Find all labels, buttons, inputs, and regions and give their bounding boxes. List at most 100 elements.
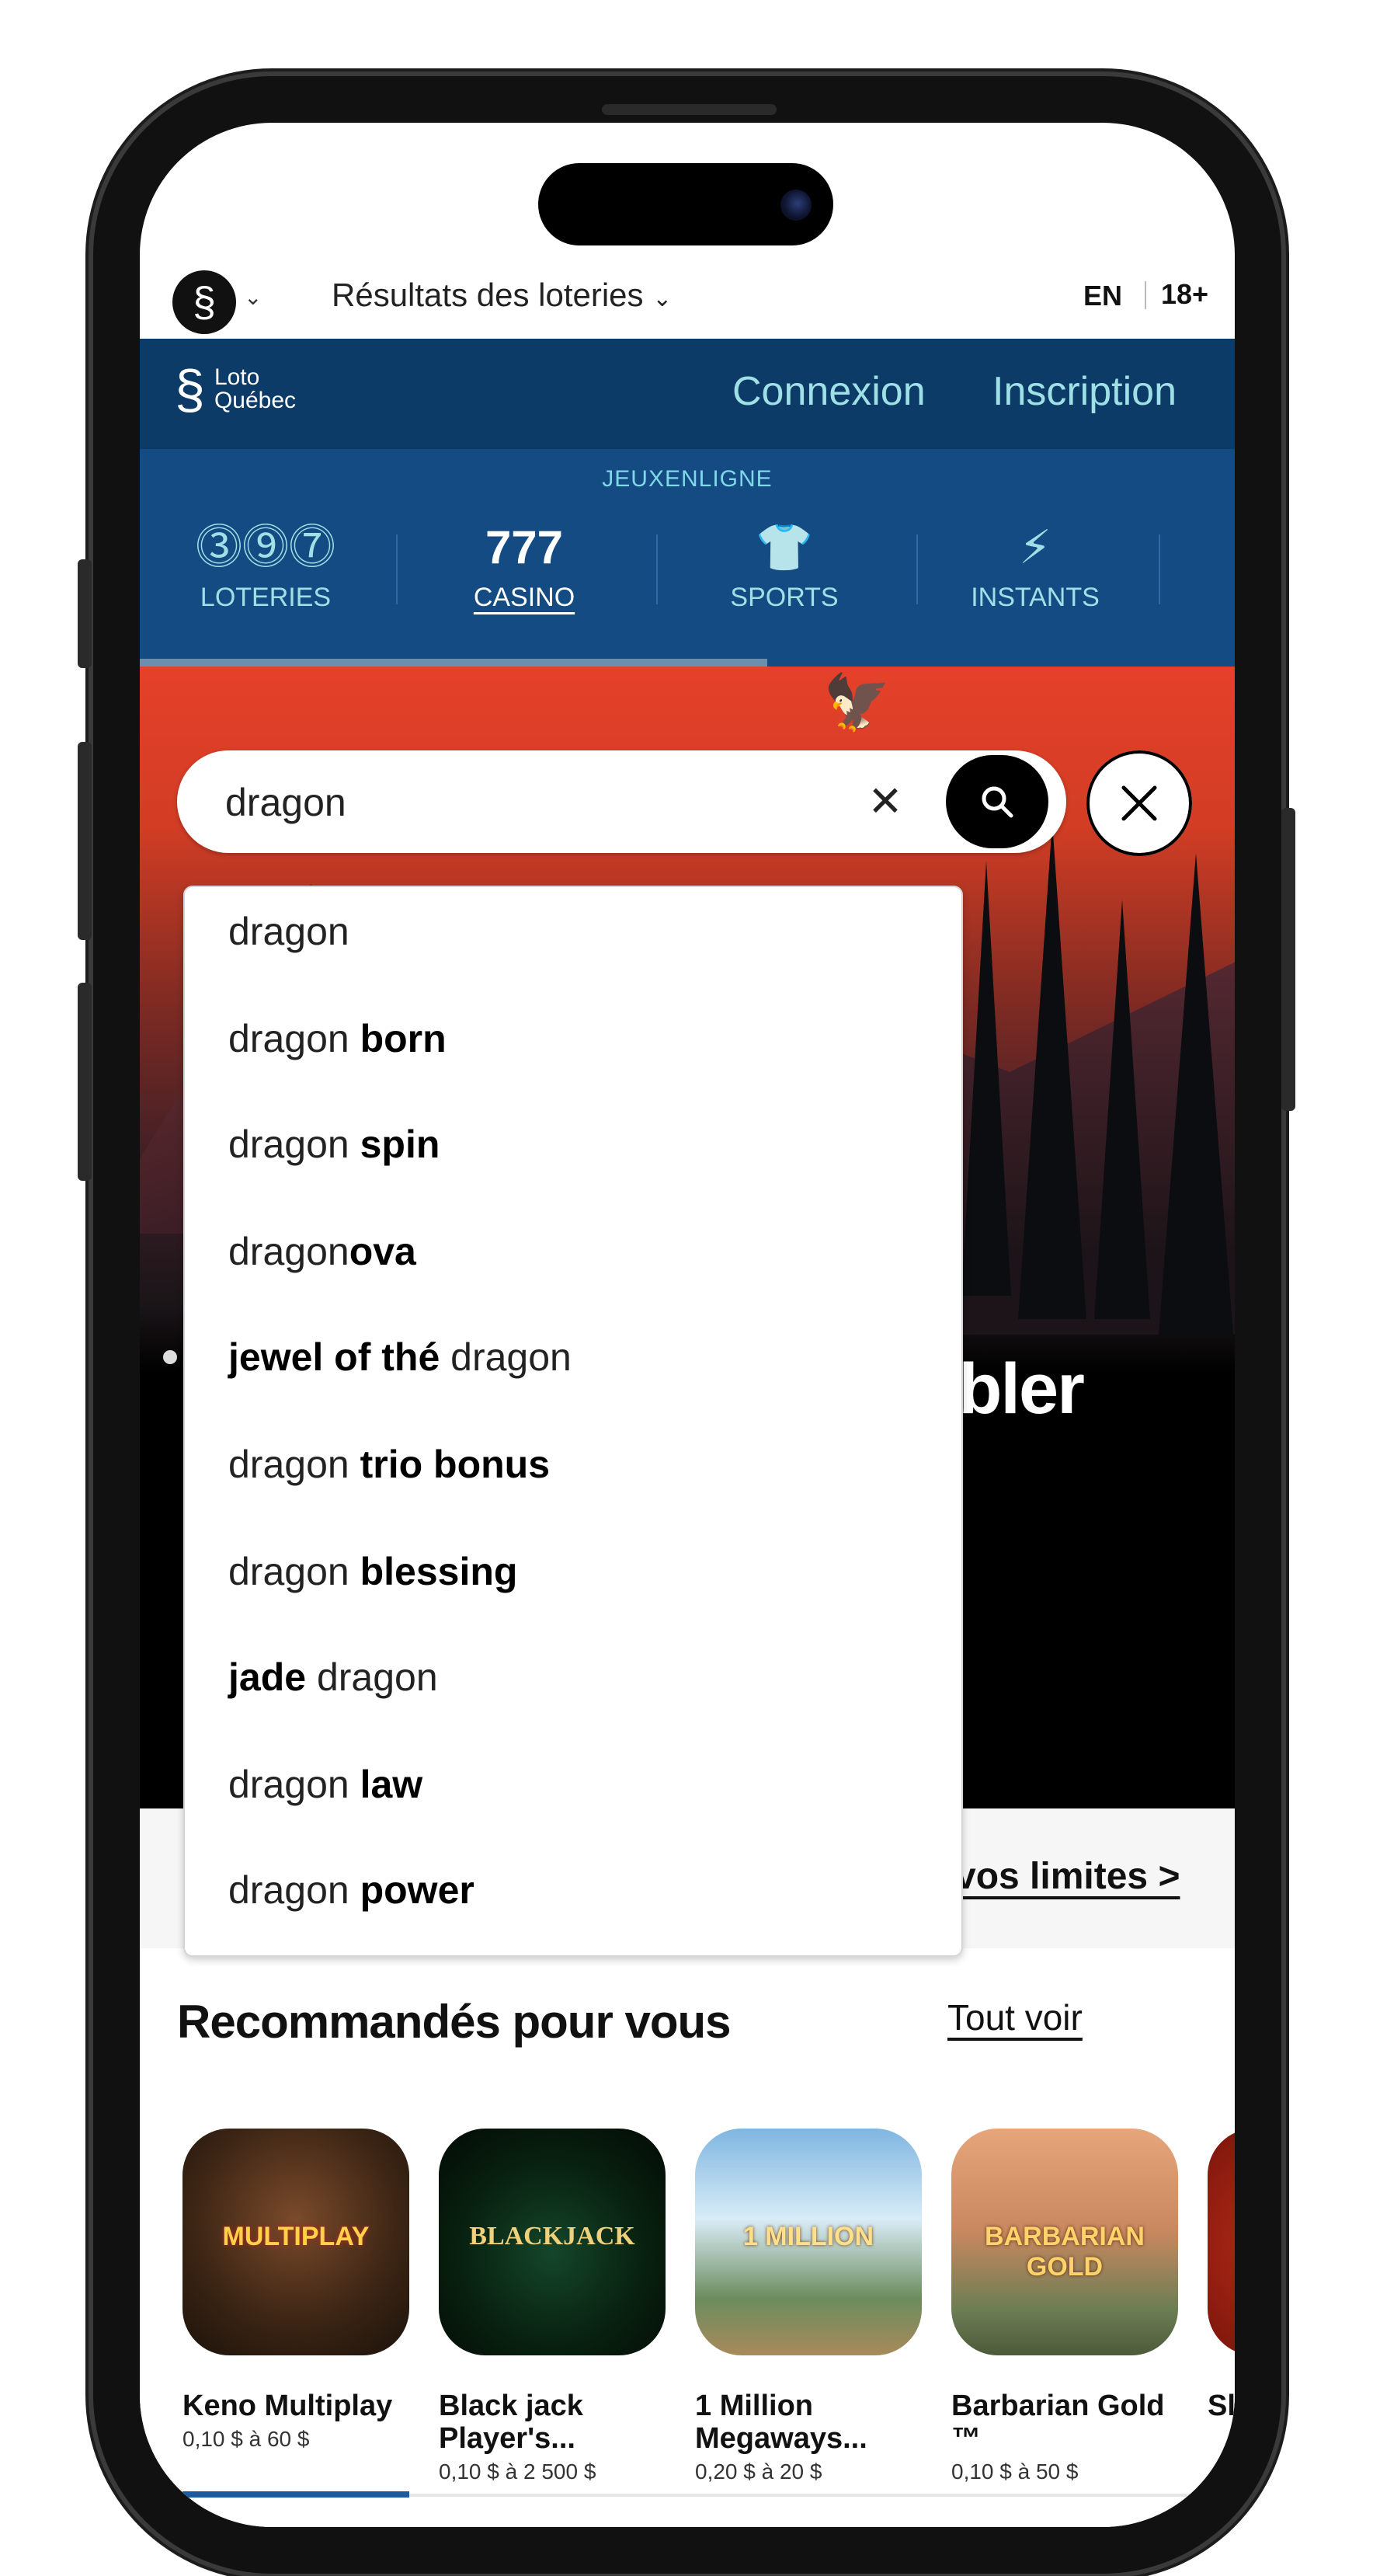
game-name: Black jack Player's...: [439, 2390, 583, 2455]
dynamic-island: [538, 163, 833, 245]
search-button[interactable]: [946, 755, 1048, 848]
game-card[interactable]: 1 MILLION 1 Million Megaways... 0,20 $ à…: [695, 2129, 922, 2484]
game-thumbnail: BARBARIAN GOLD: [951, 2129, 1178, 2355]
lottery-balls-icon: ⓷⓽⓻: [196, 521, 335, 573]
game-card[interactable]: BARBARIAN GOLD Barbarian Gold ™ 0,10 $ à…: [951, 2129, 1178, 2484]
eagle-icon: 🦅: [823, 672, 892, 733]
game-thumbnail: [1208, 2129, 1235, 2355]
nav-divider: [396, 534, 398, 604]
nav-label-loteries: LOTERIES: [200, 583, 332, 612]
suggestion-text: dragon: [228, 1763, 360, 1806]
nav-scroll-indicator: [140, 659, 767, 667]
game-thumbnail: BLACKJACK: [439, 2129, 666, 2355]
brand-logo[interactable]: § Loto Québec: [175, 362, 296, 416]
suggestion-item[interactable]: dragon born: [228, 1016, 447, 1061]
phone-volume-down-button: [78, 983, 92, 1181]
suggestion-text: dragon: [228, 1550, 360, 1593]
game-bet-range: 0,10 $ à 2 500 $: [439, 2459, 596, 2484]
nav-item-sports[interactable]: 👕 SPORTS: [676, 519, 893, 613]
language-toggle[interactable]: EN: [1083, 280, 1122, 312]
game-name: Sl X: [1208, 2390, 1235, 2422]
nav-item-casino[interactable]: 777 CASINO: [415, 519, 633, 613]
recommended-section: Recommandés pour vous Tout voir MULTIPLA…: [140, 1948, 1235, 2527]
suggestion-highlight: spin: [360, 1123, 440, 1166]
suggestion-text: dragon: [228, 910, 349, 953]
suggestion-highlight: ova: [349, 1230, 416, 1273]
game-thumbnail: MULTIPLAY: [182, 2129, 409, 2355]
see-all-link[interactable]: Tout voir: [947, 1996, 1083, 2038]
close-icon: [1121, 785, 1157, 821]
phone-volume-up-button: [78, 742, 92, 940]
suggestion-text: dragon: [228, 1123, 360, 1166]
game-bet-range: 0,10 $ à 60 $: [182, 2427, 310, 2451]
search-input[interactable]: [224, 774, 832, 831]
carousel-indicator: [182, 2491, 409, 2498]
suggestion-highlight: born: [360, 1017, 447, 1060]
suggestion-highlight: trio bonus: [360, 1443, 551, 1486]
suggestion-highlight: power: [360, 1868, 474, 1912]
nav-heading: JEUXENLIGNE: [602, 466, 773, 492]
suggestion-item[interactable]: dragon law: [228, 1762, 422, 1807]
game-tile-text: BARBARIAN GOLD: [985, 2222, 1145, 2282]
loto-quebec-logo-icon[interactable]: §: [172, 270, 236, 334]
nav-divider: [656, 534, 658, 604]
nav-divider: [1159, 534, 1160, 604]
search-suggestions: dragon dragon born dragon spin dragonova jew…: [183, 886, 963, 1957]
suggestion-item[interactable]: dragon blessing: [228, 1549, 517, 1594]
game-tile-text: BLACKJACK: [469, 2222, 635, 2251]
phone-speaker: [602, 104, 777, 115]
slot-777-icon: 777: [485, 521, 564, 573]
game-name: 1 Million Megaways...: [695, 2390, 867, 2455]
limits-link[interactable]: vos limites >: [955, 1855, 1180, 1898]
search-icon: [982, 786, 1013, 818]
search-bar: ✕: [177, 750, 1066, 853]
login-link[interactable]: Connexion: [732, 368, 926, 415]
nav-item-instants[interactable]: ⚡ INSTANTS: [926, 519, 1144, 613]
signup-link[interactable]: Inscription: [992, 368, 1177, 415]
phone-action-button: [78, 559, 92, 668]
suggestion-item[interactable]: dragonova: [228, 1229, 416, 1274]
chevron-down-icon: ⌄: [652, 286, 673, 312]
phone-power-button: [1281, 808, 1295, 1111]
suggestion-highlight: jade: [228, 1655, 307, 1699]
game-card[interactable]: MULTIPLAY Keno Multiplay 0,10 $ à 60 $: [182, 2129, 409, 2452]
brand-mark-icon: §: [175, 359, 205, 419]
brand-line-2: Québec: [214, 388, 297, 413]
game-tile-text: MULTIPLAY: [222, 2222, 370, 2251]
game-card[interactable]: Sl X: [1208, 2129, 1235, 2422]
nav-item-loteries[interactable]: ⓷⓽⓻ LOTERIES: [157, 519, 374, 613]
utility-bar: § ⌄ Résultats des loteries ⌄ EN 18+: [140, 255, 1235, 334]
lottery-results-label: Résultats des loteries: [332, 277, 644, 313]
suggestion-text: dragon: [228, 1230, 349, 1273]
suggestion-item[interactable]: jade dragon: [228, 1655, 438, 1700]
suggestion-highlight: jewel of thé: [228, 1335, 440, 1379]
suggestion-text: dragon: [228, 1017, 360, 1060]
clear-search-icon[interactable]: ✕: [860, 777, 910, 827]
category-nav: JEUXENLIGNE ⓷⓽⓻ LOTERIES 777 CASINO 👕 SP…: [140, 449, 1235, 667]
suggestion-highlight: law: [360, 1763, 423, 1806]
close-search-button[interactable]: [1086, 750, 1192, 856]
suggestion-highlight: blessing: [360, 1550, 518, 1593]
lightning-icon: ⚡: [1018, 521, 1052, 573]
suggestion-item[interactable]: jewel of thé dragon: [228, 1335, 572, 1380]
suggestion-text: dragon: [306, 1655, 438, 1699]
game-bet-range: 0,10 $ à 50 $: [951, 2459, 1079, 2484]
section-title: Recommandés pour vous: [177, 1996, 732, 2048]
suggestion-item[interactable]: dragon: [228, 909, 349, 954]
brand-line-1: Loto: [214, 364, 260, 390]
age-badge: 18+: [1161, 278, 1209, 310]
game-thumbnail: 1 MILLION: [695, 2129, 922, 2355]
suggestion-item[interactable]: dragon power: [228, 1868, 474, 1913]
front-camera-icon: [780, 190, 812, 221]
nav-label-sports: SPORTS: [730, 583, 839, 612]
divider: [1145, 281, 1146, 309]
suggestion-item[interactable]: dragon trio bonus: [228, 1442, 550, 1487]
game-tile-text: 1 MILLION: [742, 2222, 874, 2251]
game-card[interactable]: BLACKJACK Black jack Player's... 0,10 $ …: [439, 2129, 666, 2484]
game-name: Keno Multiplay: [182, 2390, 393, 2422]
suggestion-item[interactable]: dragon spin: [228, 1122, 440, 1167]
brand-text: Loto Québec: [214, 366, 296, 413]
chevron-down-icon[interactable]: ⌄: [244, 284, 262, 310]
game-bet-range: 0,20 $ à 20 $: [695, 2459, 822, 2484]
lottery-results-menu[interactable]: Résultats des loteries ⌄: [332, 277, 672, 314]
